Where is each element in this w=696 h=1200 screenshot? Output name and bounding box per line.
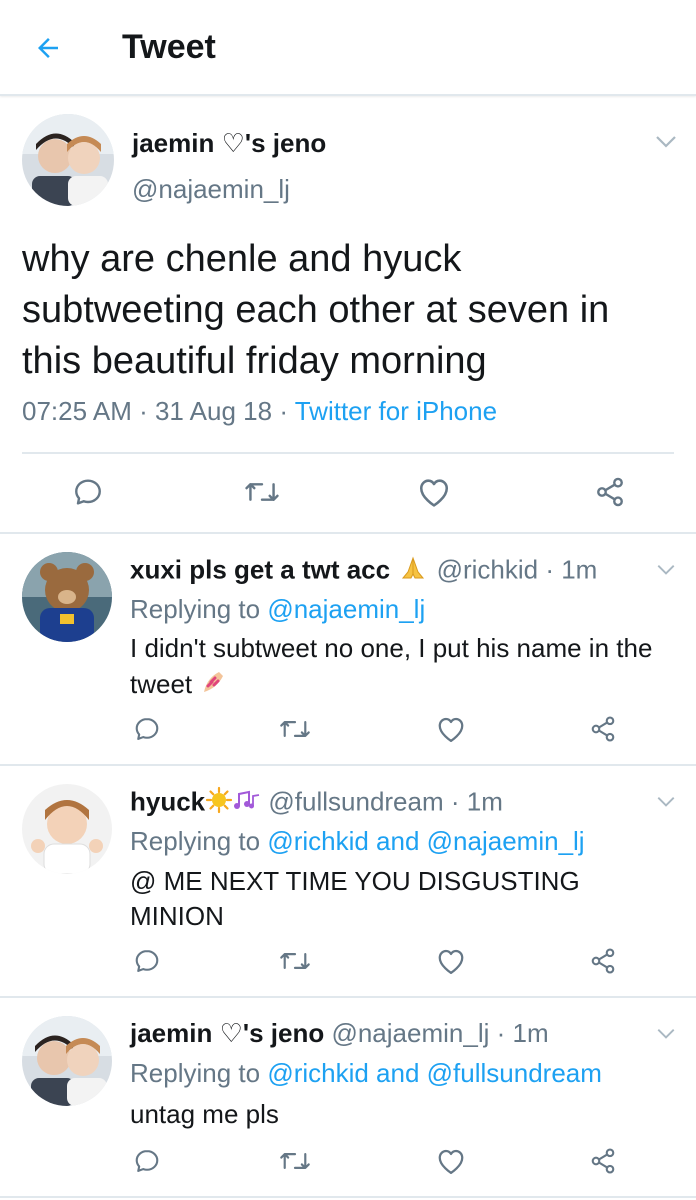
user-handle[interactable]: @richkid <box>437 554 539 584</box>
share-icon <box>591 948 615 974</box>
display-name[interactable]: xuxi pls get a twt acc <box>130 554 390 584</box>
avatar[interactable] <box>22 784 112 874</box>
tweet-meta: 07:25 AM · 31 Aug 18 · Twitter for iPhon… <box>22 396 497 427</box>
like-button[interactable] <box>434 944 468 978</box>
like-button[interactable] <box>434 712 468 746</box>
nail-polish-emoji-icon <box>199 668 227 705</box>
tweet-menu-button[interactable] <box>654 130 678 154</box>
mention-link[interactable]: @richkid and @najaemin_lj <box>267 826 584 856</box>
meta-separator: · <box>131 396 155 426</box>
like-icon <box>419 479 449 507</box>
reply-button[interactable] <box>130 944 164 978</box>
tweet-text: untag me pls <box>130 1099 279 1129</box>
retweet-icon <box>280 721 310 737</box>
user-handle[interactable]: @najaemin_lj <box>132 174 290 205</box>
replying-to: Replying to @richkid and @najaemin_lj <box>130 826 585 857</box>
chevron-down-icon <box>656 136 676 148</box>
top-bar: Tweet <box>0 0 696 96</box>
replying-to: Replying to @najaemin_lj <box>130 594 425 625</box>
reply-tweet: jaemin ♡'s jeno @najaemin_lj · 1m Replyi… <box>0 998 696 1198</box>
display-name[interactable]: jaemin ♡'s jeno <box>132 128 326 159</box>
avatar[interactable] <box>22 114 114 206</box>
retweet-icon <box>245 483 279 501</box>
retweet-button[interactable] <box>276 1144 314 1178</box>
pray-emoji-icon <box>399 554 427 589</box>
share-button[interactable] <box>586 944 620 978</box>
like-icon <box>438 717 464 742</box>
reply-icon <box>135 1150 159 1172</box>
tweet-text: why are chenle and hyuck subtweeting eac… <box>22 238 610 382</box>
reply-icon <box>135 950 159 972</box>
replying-label: Replying to <box>130 826 261 856</box>
reply-button[interactable] <box>68 472 108 512</box>
tweet-text: I didn't subtweet no one, I put his name… <box>130 630 660 705</box>
reply-header: xuxi pls get a twt acc @richkid · 1m <box>130 554 597 589</box>
share-icon <box>591 716 615 742</box>
retweet-button[interactable] <box>240 472 284 512</box>
reply-tweet: hyuck @fullsundream · 1m Replying to @ri… <box>0 766 696 998</box>
reply-tweet: xuxi pls get a twt acc @richkid · 1m Rep… <box>0 534 696 766</box>
tweet-source-link[interactable]: Twitter for iPhone <box>295 396 497 426</box>
chevron-down-icon <box>657 797 675 807</box>
replying-label: Replying to <box>130 594 261 624</box>
tweet-time: 07:25 AM <box>22 396 132 426</box>
meta-separator: · <box>538 554 562 585</box>
retweet-icon <box>280 1153 310 1169</box>
tweet-age: 1m <box>512 1018 549 1048</box>
reply-button[interactable] <box>130 712 164 746</box>
mention-link[interactable]: @richkid and @fullsundream <box>267 1058 602 1088</box>
tweet-actions <box>0 468 696 520</box>
user-handle[interactable]: @fullsundream <box>268 786 443 816</box>
meta-separator: · <box>272 396 295 426</box>
mention-link[interactable]: @najaemin_lj <box>267 594 425 624</box>
reply-button[interactable] <box>130 1144 164 1178</box>
share-icon <box>591 1148 615 1174</box>
meta-separator: · <box>443 786 467 817</box>
tweet-menu-button[interactable] <box>654 1022 678 1046</box>
like-icon <box>438 1149 464 1174</box>
avatar[interactable] <box>22 1016 112 1106</box>
reply-icon <box>135 718 159 740</box>
page-title: Tweet <box>122 28 216 66</box>
reply-icon <box>75 479 101 505</box>
retweet-button[interactable] <box>276 712 314 746</box>
like-button[interactable] <box>434 1144 468 1178</box>
retweet-button[interactable] <box>276 944 314 978</box>
replying-to: Replying to @richkid and @fullsundream <box>130 1058 602 1089</box>
display-name[interactable]: hyuck <box>130 786 205 816</box>
back-button[interactable] <box>30 30 66 66</box>
share-button[interactable] <box>590 472 630 512</box>
tweet-menu-button[interactable] <box>654 558 678 582</box>
replying-label: Replying to <box>130 1058 261 1088</box>
back-arrow-icon <box>38 38 58 58</box>
retweet-icon <box>280 953 310 969</box>
share-button[interactable] <box>586 1144 620 1178</box>
meta-separator: · <box>489 1018 513 1048</box>
user-handle[interactable]: @najaemin_lj <box>331 1018 489 1048</box>
like-button[interactable] <box>414 472 454 512</box>
main-tweet: jaemin ♡'s jeno @najaemin_lj why are che… <box>0 98 696 534</box>
reply-header: hyuck @fullsundream · 1m <box>130 786 503 821</box>
share-button[interactable] <box>586 712 620 746</box>
tweet-age: 1m <box>466 786 503 817</box>
sun-music-emoji-icon <box>205 786 261 821</box>
like-icon <box>438 949 464 974</box>
tweet-menu-button[interactable] <box>654 790 678 814</box>
tweet-actions <box>0 712 696 752</box>
share-icon <box>597 477 623 507</box>
tweet-actions <box>0 1144 696 1184</box>
tweet-date: 31 Aug 18 <box>154 396 273 426</box>
reply-header: jaemin ♡'s jeno @najaemin_lj · 1m <box>130 1018 549 1049</box>
divider <box>22 452 674 454</box>
chevron-down-icon <box>657 565 675 575</box>
tweet-text: @ ME NEXT TIME YOU DISGUSTING MINION <box>130 866 580 931</box>
display-name[interactable]: jaemin ♡'s jeno <box>130 1018 324 1048</box>
chevron-down-icon <box>657 1029 675 1039</box>
tweet-actions <box>0 944 696 984</box>
tweet-age: 1m <box>561 554 598 585</box>
avatar[interactable] <box>22 552 112 642</box>
